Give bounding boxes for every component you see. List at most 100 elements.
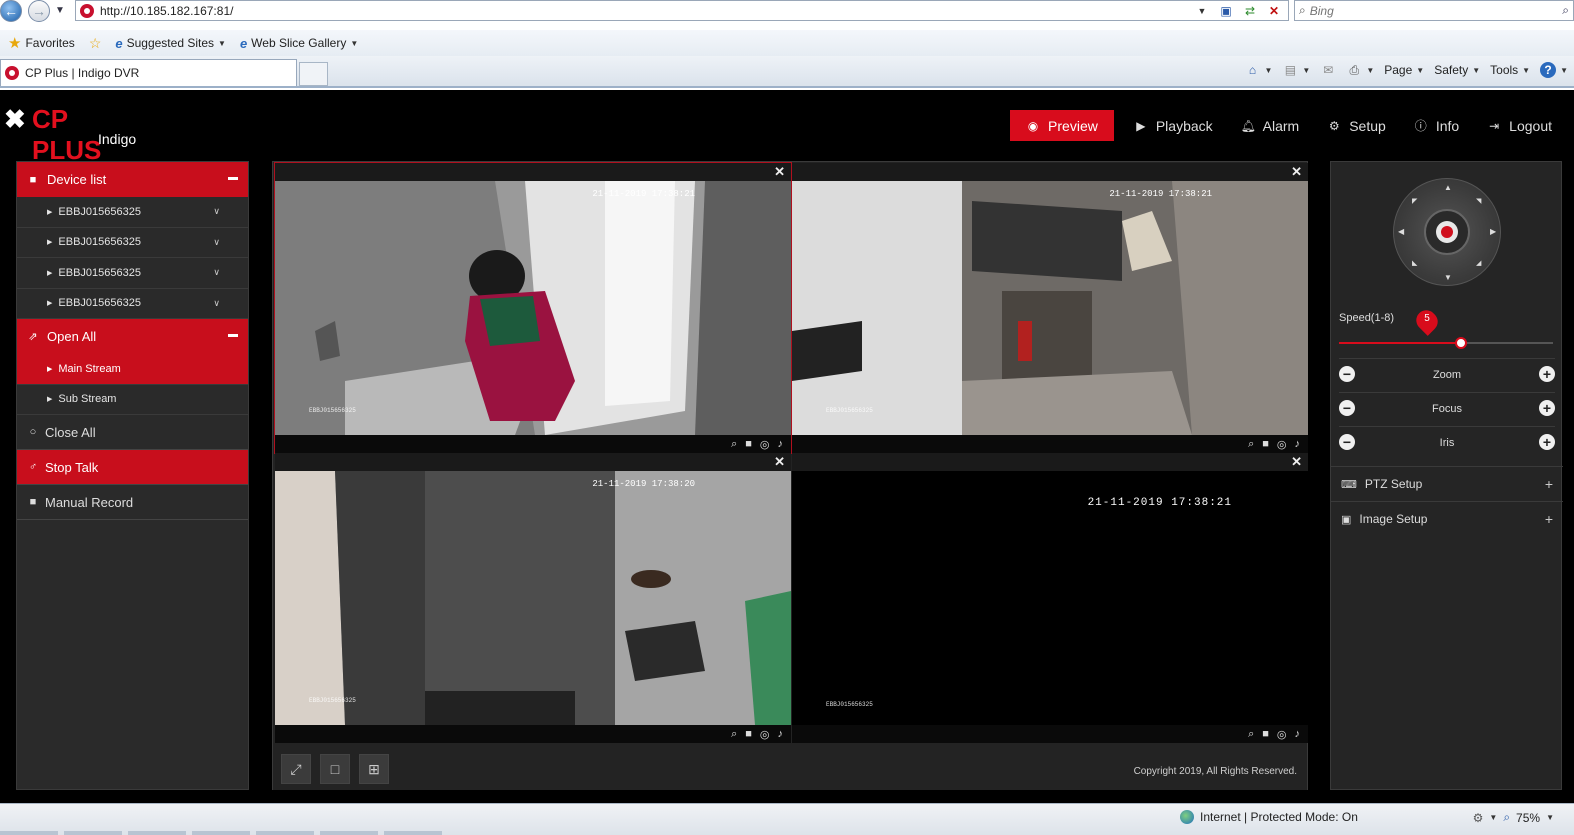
search-icon[interactable]: ⌕: [1562, 3, 1569, 18]
sub-stream-option[interactable]: ▶ Sub Stream: [17, 385, 248, 415]
video-cell-2[interactable]: ✕ 21-11-2019 17:38:21 EBBJ015656325 ⌕ ■ …: [792, 163, 1308, 453]
record-icon[interactable]: ■: [1262, 728, 1269, 740]
chevron-down-icon[interactable]: ∨: [213, 267, 220, 278]
fullscreen-button[interactable]: ⤢: [281, 754, 311, 784]
snapshot-icon[interactable]: ◎: [760, 728, 770, 741]
tab-active[interactable]: CP Plus | Indigo DVR: [0, 59, 297, 86]
nav-alarm[interactable]: 🔔︎ Alarm: [1227, 110, 1314, 141]
record-icon[interactable]: ■: [745, 728, 752, 740]
home-button[interactable]: ⌂ ▼: [1242, 60, 1274, 80]
device-item[interactable]: ▶ EBBJ015656325 ∨: [17, 228, 248, 258]
forward-button[interactable]: →: [28, 0, 50, 22]
zoom-level[interactable]: ⚙ ▼ ⌕ 75% ▼: [1473, 810, 1554, 825]
video-cell-4[interactable]: ✕ 21-11-2019 17:38:21 EBBJ015656325 ⌕ ■ …: [792, 453, 1308, 743]
print-button[interactable]: ⎙ ▼: [1344, 60, 1376, 80]
add-favorites-icon[interactable]: ☆: [85, 35, 106, 52]
collapse-icon[interactable]: [228, 177, 238, 180]
arrow-down-icon[interactable]: ▼: [1444, 273, 1452, 282]
tools-menu[interactable]: Tools ▼: [1488, 61, 1532, 79]
zoom-icon[interactable]: ⌕: [731, 728, 737, 741]
stop-icon[interactable]: ✕: [1264, 2, 1284, 20]
chevron-down-icon[interactable]: ∨: [213, 206, 220, 217]
quad-view-button[interactable]: ⊞: [359, 754, 389, 784]
help-button[interactable]: ? ▼: [1538, 60, 1570, 80]
nav-playback[interactable]: ▶ Playback: [1120, 110, 1227, 141]
favorites-button[interactable]: ★ Favorites: [4, 34, 79, 52]
mail-button[interactable]: ✉: [1318, 60, 1338, 80]
video-camera-icon: ■: [29, 496, 37, 508]
arrow-up-left-icon[interactable]: ◤: [1412, 197, 1417, 205]
search-box[interactable]: ⌕ ⌕: [1294, 0, 1574, 21]
audio-icon[interactable]: ♪: [778, 438, 784, 450]
video-cell-1[interactable]: ✕ 21-11-2019 17:38:21 EBBJ015656325 ⌕ ■ …: [274, 162, 792, 454]
url-text[interactable]: http://10.185.182.167:81/: [100, 4, 233, 18]
main-stream-option[interactable]: ▶ Main Stream: [17, 354, 248, 385]
back-button[interactable]: ←: [0, 0, 22, 22]
close-icon[interactable]: ✕: [774, 164, 785, 180]
speed-slider[interactable]: [1339, 337, 1553, 349]
chevron-down-icon[interactable]: ∨: [213, 237, 220, 248]
arrow-right-icon[interactable]: ▶: [1490, 227, 1496, 236]
snapshot-icon[interactable]: ◎: [1277, 438, 1287, 451]
web-slice-gallery-link[interactable]: e Web Slice Gallery ▼: [236, 36, 362, 51]
ptz-setup-row[interactable]: ⌨ PTZ Setup +: [1331, 466, 1563, 501]
close-all-button[interactable]: ○ Close All: [17, 415, 248, 450]
zoom-icon[interactable]: ⌕: [1248, 438, 1254, 451]
security-zone[interactable]: Internet | Protected Mode: On: [1180, 810, 1358, 824]
osd-timestamp: 21-11-2019 17:38:21: [592, 189, 695, 199]
speed-slider-handle[interactable]: [1454, 337, 1467, 349]
nav-setup[interactable]: ⚙ Setup: [1313, 110, 1400, 141]
close-icon[interactable]: ✕: [1291, 454, 1302, 470]
safety-menu[interactable]: Safety ▼: [1432, 61, 1482, 79]
iris-plus-button[interactable]: +: [1539, 434, 1555, 450]
page-menu[interactable]: Page ▼: [1382, 61, 1426, 79]
audio-icon[interactable]: ♪: [778, 728, 784, 740]
video-cell-3[interactable]: ✕ 21-11-2019 17:38:20 EBBJ015656325 ⌕ ■ …: [275, 453, 791, 743]
zoom-in-button[interactable]: +: [1539, 366, 1555, 382]
compatibility-view-icon[interactable]: ▣: [1216, 2, 1236, 20]
snapshot-icon[interactable]: ◎: [1277, 728, 1287, 741]
zoom-icon[interactable]: ⌕: [731, 438, 737, 451]
device-item[interactable]: ▶ EBBJ015656325 ∨: [17, 258, 248, 289]
address-dropdown-icon[interactable]: ▼: [1192, 2, 1212, 20]
stop-talk-button[interactable]: ♂ Stop Talk: [17, 450, 248, 485]
manual-record-button[interactable]: ■ Manual Record: [17, 485, 248, 520]
expand-icon[interactable]: +: [1545, 511, 1553, 527]
feeds-button[interactable]: ▤ ▼: [1280, 60, 1312, 80]
ptz-direction-wheel[interactable]: ▲ ▼ ◀ ▶ ◤ ◥ ◣ ◢: [1393, 178, 1501, 286]
caret-right-icon: ▶: [47, 396, 53, 404]
record-icon[interactable]: ■: [745, 438, 752, 450]
arrow-up-icon[interactable]: ▲: [1444, 183, 1452, 192]
expand-icon[interactable]: +: [1545, 476, 1553, 492]
chevron-down-icon[interactable]: ∨: [213, 298, 220, 309]
device-item[interactable]: ▶ EBBJ015656325 ∨: [17, 289, 248, 319]
arrow-left-icon[interactable]: ◀: [1398, 227, 1404, 236]
zoom-icon[interactable]: ⌕: [1248, 728, 1254, 741]
address-bar[interactable]: http://10.185.182.167:81/ ▼ ▣ ⇄ ✕: [75, 0, 1289, 21]
snapshot-icon[interactable]: ◎: [760, 438, 770, 451]
device-item[interactable]: ▶ EBBJ015656325 ∨: [17, 197, 248, 228]
device-list-header[interactable]: ■ Device list: [17, 162, 248, 197]
suggested-sites-link[interactable]: e Suggested Sites ▼: [111, 36, 230, 51]
new-tab-button[interactable]: [299, 62, 328, 86]
close-icon[interactable]: ✕: [1291, 164, 1302, 180]
image-setup-row[interactable]: ▣ Image Setup +: [1331, 501, 1563, 536]
focus-plus-button[interactable]: +: [1539, 400, 1555, 416]
refresh-icon[interactable]: ⇄: [1240, 2, 1260, 20]
collapse-icon[interactable]: [228, 334, 238, 337]
arrow-up-right-icon[interactable]: ◥: [1476, 197, 1481, 205]
audio-icon[interactable]: ♪: [1295, 438, 1301, 450]
nav-info[interactable]: ⓘ Info: [1400, 110, 1473, 141]
open-all-header[interactable]: ⇗ Open All: [17, 319, 248, 354]
record-icon[interactable]: ■: [1262, 438, 1269, 450]
search-input[interactable]: [1309, 3, 1530, 18]
arrow-down-right-icon[interactable]: ◢: [1476, 259, 1481, 267]
audio-icon[interactable]: ♪: [1295, 728, 1301, 740]
nav-preview[interactable]: ◉ Preview: [1010, 110, 1114, 141]
single-view-button[interactable]: □: [320, 754, 350, 784]
arrow-down-left-icon[interactable]: ◣: [1412, 259, 1417, 267]
ptz-center-button[interactable]: [1436, 221, 1458, 243]
history-dropdown-icon[interactable]: ▼: [55, 5, 65, 16]
nav-logout[interactable]: ⇥ Logout: [1473, 110, 1566, 141]
close-icon[interactable]: ✕: [774, 454, 785, 470]
